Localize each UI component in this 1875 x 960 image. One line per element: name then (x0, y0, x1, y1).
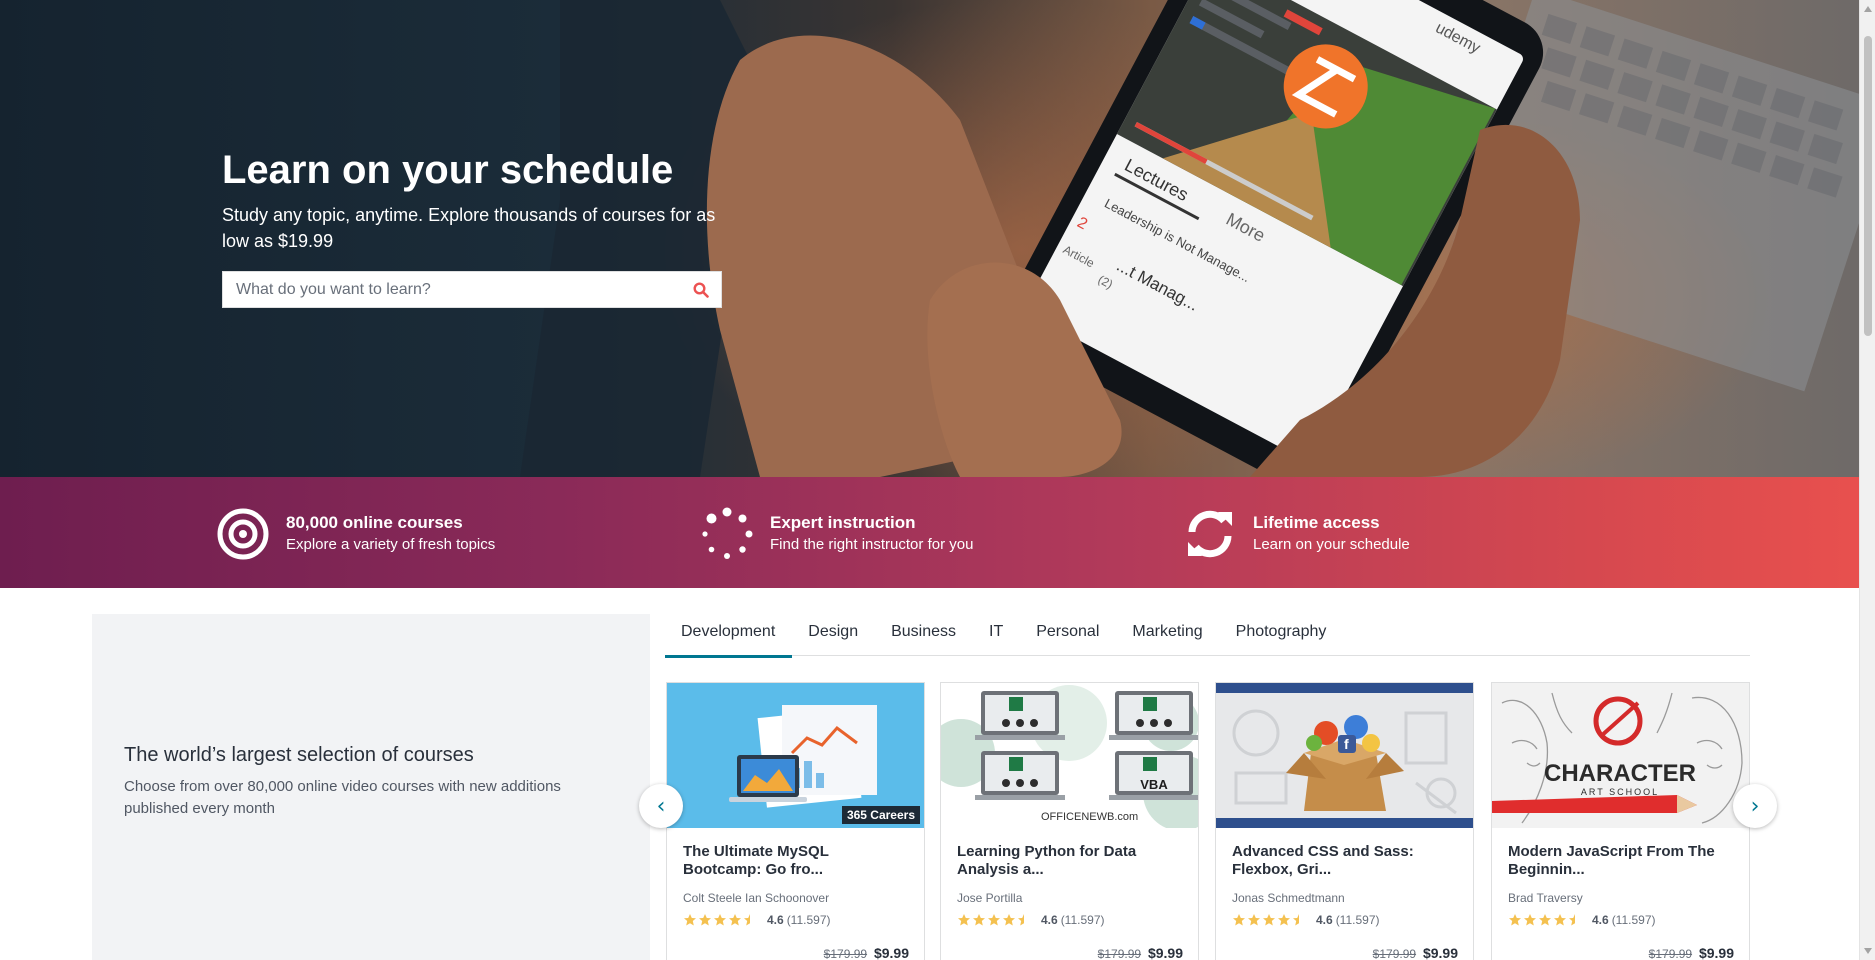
old-price: $179.99 (1372, 947, 1417, 960)
hero-content: Learn on your schedule Study any topic, … (222, 148, 742, 254)
rating-value: 4.6 (1316, 913, 1333, 927)
new-price: $9.99 (1698, 945, 1734, 960)
promo-desc: Choose from over 80,000 online video cou… (124, 778, 561, 817)
scroll-up-icon[interactable] (1864, 6, 1872, 12)
course-rating: 4.6 (11.597) (1508, 913, 1733, 927)
promo-panel: The world’s largest selection of courses… (92, 614, 650, 960)
rating-value: 4.6 (767, 913, 784, 927)
search-input[interactable] (223, 272, 681, 307)
rating-count: (11.597) (786, 913, 831, 927)
scroll-down-icon[interactable] (1864, 948, 1872, 954)
tab-photography[interactable]: Photography (1220, 614, 1344, 656)
feature-desc: Find the right instructor for you (770, 536, 974, 553)
rating-count: (11.597) (1335, 913, 1380, 927)
course-thumbnail: 365 Careers (667, 683, 924, 828)
feature-desc: Explore a variety of fresh topics (286, 536, 496, 553)
search-box (222, 271, 722, 308)
target-icon (216, 507, 270, 561)
course-rating: 4.6 (11.597) (1232, 913, 1457, 927)
svg-text:f: f (1344, 736, 1349, 752)
feature-instruction: Expert instruction Find the right instru… (700, 507, 973, 561)
thumb-vba-label: VBA (1140, 777, 1168, 792)
feature-courses: 80,000 online courses Explore a variety … (216, 507, 495, 561)
course-title: The Ultimate MySQL Bootcamp: Go fro... (683, 843, 829, 878)
carousel-next-button[interactable]: › (1733, 784, 1777, 828)
thumb-sublabel: ART SCHOOL (1581, 787, 1659, 797)
course-title: Advanced CSS and Sass: Flexbox, Gri... (1232, 843, 1414, 878)
old-price: $179.99 (1097, 947, 1142, 960)
new-price: $9.99 (1147, 945, 1183, 960)
rating-value: 4.6 (1041, 913, 1058, 927)
carousel-prev-button[interactable]: ‹ (639, 784, 683, 828)
hero-title: Learn on your schedule (222, 148, 674, 192)
course-thumbnail: VBA OFFICENEWB.com (941, 683, 1198, 828)
feature-access: Lifetime access Learn on your schedule (1183, 507, 1410, 561)
spinner-icon (700, 507, 754, 561)
course-title: Learning Python for Data Analysis a... (957, 843, 1137, 878)
star-rating-icon (683, 913, 761, 927)
course-price: $179.99 $9.99 (1649, 945, 1734, 960)
category-tabs: Development Design Business IT Personal … (665, 614, 1750, 658)
tab-development[interactable]: Development (665, 614, 793, 658)
scrollbar-thumb[interactable] (1864, 36, 1872, 336)
new-price: $9.99 (873, 945, 909, 960)
course-price: $179.99 $9.99 (1098, 945, 1183, 960)
hero-subtitle: Study any topic, anytime. Explore thousa… (222, 205, 716, 251)
course-rating: 4.6 (11.597) (683, 913, 908, 927)
promo-title: The world’s largest selection of courses (124, 744, 474, 766)
search-button[interactable] (681, 272, 721, 307)
course-rating: 4.6 (11.597) (957, 913, 1182, 927)
course-thumbnail: CHARACTER ART SCHOOL (1492, 683, 1749, 828)
course-card[interactable]: VBA OFFICENEWB.com Learning Python for D… (940, 682, 1199, 960)
tab-marketing[interactable]: Marketing (1116, 614, 1219, 656)
course-card[interactable]: CHARACTER ART SCHOOL Modern JavaScript F… (1491, 682, 1750, 960)
new-price: $9.99 (1422, 945, 1458, 960)
star-rating-icon (1232, 913, 1310, 927)
feature-strip: 80,000 online courses Explore a variety … (0, 477, 1859, 588)
feature-title: 80,000 online courses (286, 513, 463, 532)
thumb-label: 365 Careers (841, 806, 920, 824)
course-author: Jose Portilla (957, 891, 1023, 905)
feature-title: Lifetime access (1253, 513, 1380, 532)
refresh-icon (1183, 507, 1237, 561)
old-price: $179.99 (1648, 947, 1693, 960)
rating-count: (11.597) (1611, 913, 1656, 927)
tab-personal[interactable]: Personal (1020, 614, 1116, 656)
course-author: Brad Traversy (1508, 891, 1583, 905)
star-rating-icon (1508, 913, 1586, 927)
feature-desc: Learn on your schedule (1253, 536, 1410, 553)
tab-design[interactable]: Design (792, 614, 875, 656)
course-card[interactable]: 365 Careers The Ultimate MySQL Bootcamp:… (666, 682, 925, 960)
page-scrollbar[interactable] (1859, 0, 1875, 960)
old-price: $179.99 (823, 947, 868, 960)
hero-banner: Lectures More Leadership is Not Manage..… (0, 0, 1859, 477)
course-author: Colt Steele Ian Schoonover (683, 891, 830, 905)
tab-business[interactable]: Business (875, 614, 973, 656)
tab-it[interactable]: IT (973, 614, 1020, 656)
thumb-label: CHARACTER (1544, 760, 1696, 787)
course-author: Jonas Schmedtmann (1232, 891, 1345, 905)
course-thumbnail: f (1216, 683, 1473, 828)
thumb-label: OFFICENEWB.com (1041, 811, 1138, 823)
course-card[interactable]: f Advanced CSS and Sass: Flexbox, Gri...… (1215, 682, 1474, 960)
course-title: Modern JavaScript From The Beginnin... (1508, 843, 1715, 878)
search-icon (693, 281, 709, 298)
rating-count: (11.597) (1060, 913, 1105, 927)
star-rating-icon (957, 913, 1035, 927)
course-price: $179.99 $9.99 (824, 945, 909, 960)
course-price: $179.99 $9.99 (1373, 945, 1458, 960)
rating-value: 4.6 (1592, 913, 1609, 927)
feature-title: Expert instruction (770, 513, 916, 532)
